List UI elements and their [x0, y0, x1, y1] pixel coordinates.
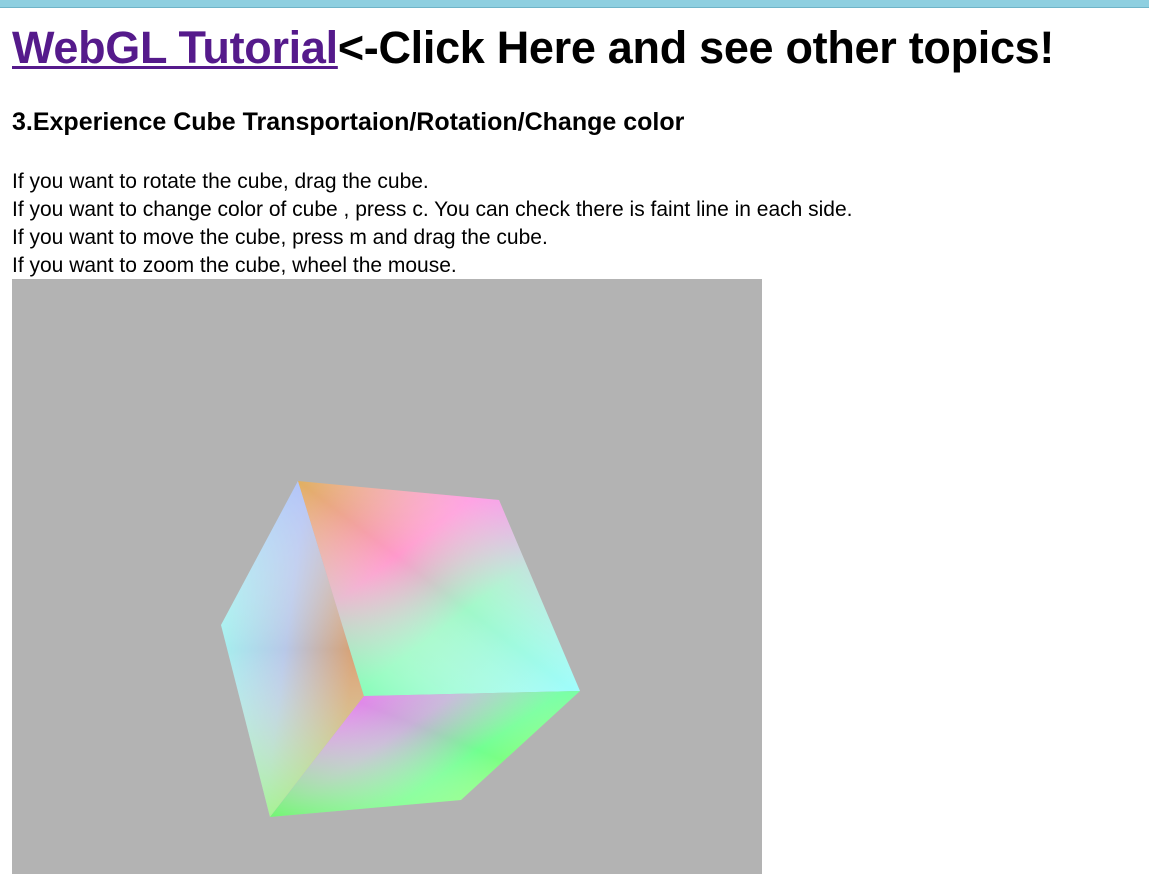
- section-title: 3.Experience Cube Transportaion/Rotation…: [12, 108, 685, 136]
- page-heading: WebGL Tutorial<-Click Here and see other…: [12, 22, 1054, 74]
- webgl-tutorial-link[interactable]: WebGL Tutorial: [12, 22, 338, 73]
- webgl-canvas[interactable]: [12, 279, 762, 874]
- browser-top-strip: [0, 0, 1149, 8]
- cube[interactable]: [221, 481, 580, 817]
- instruction-zoom: If you want to zoom the cube, wheel the …: [12, 254, 457, 277]
- cube-scene[interactable]: [12, 279, 762, 874]
- instruction-change-color: If you want to change color of cube , pr…: [12, 198, 853, 221]
- instruction-rotate: If you want to rotate the cube, drag the…: [12, 170, 429, 193]
- instructions-list: If you want to rotate the cube, drag the…: [12, 168, 853, 280]
- heading-suffix-text: <-Click Here and see other topics!: [337, 22, 1055, 73]
- instruction-move: If you want to move the cube, press m an…: [12, 226, 548, 249]
